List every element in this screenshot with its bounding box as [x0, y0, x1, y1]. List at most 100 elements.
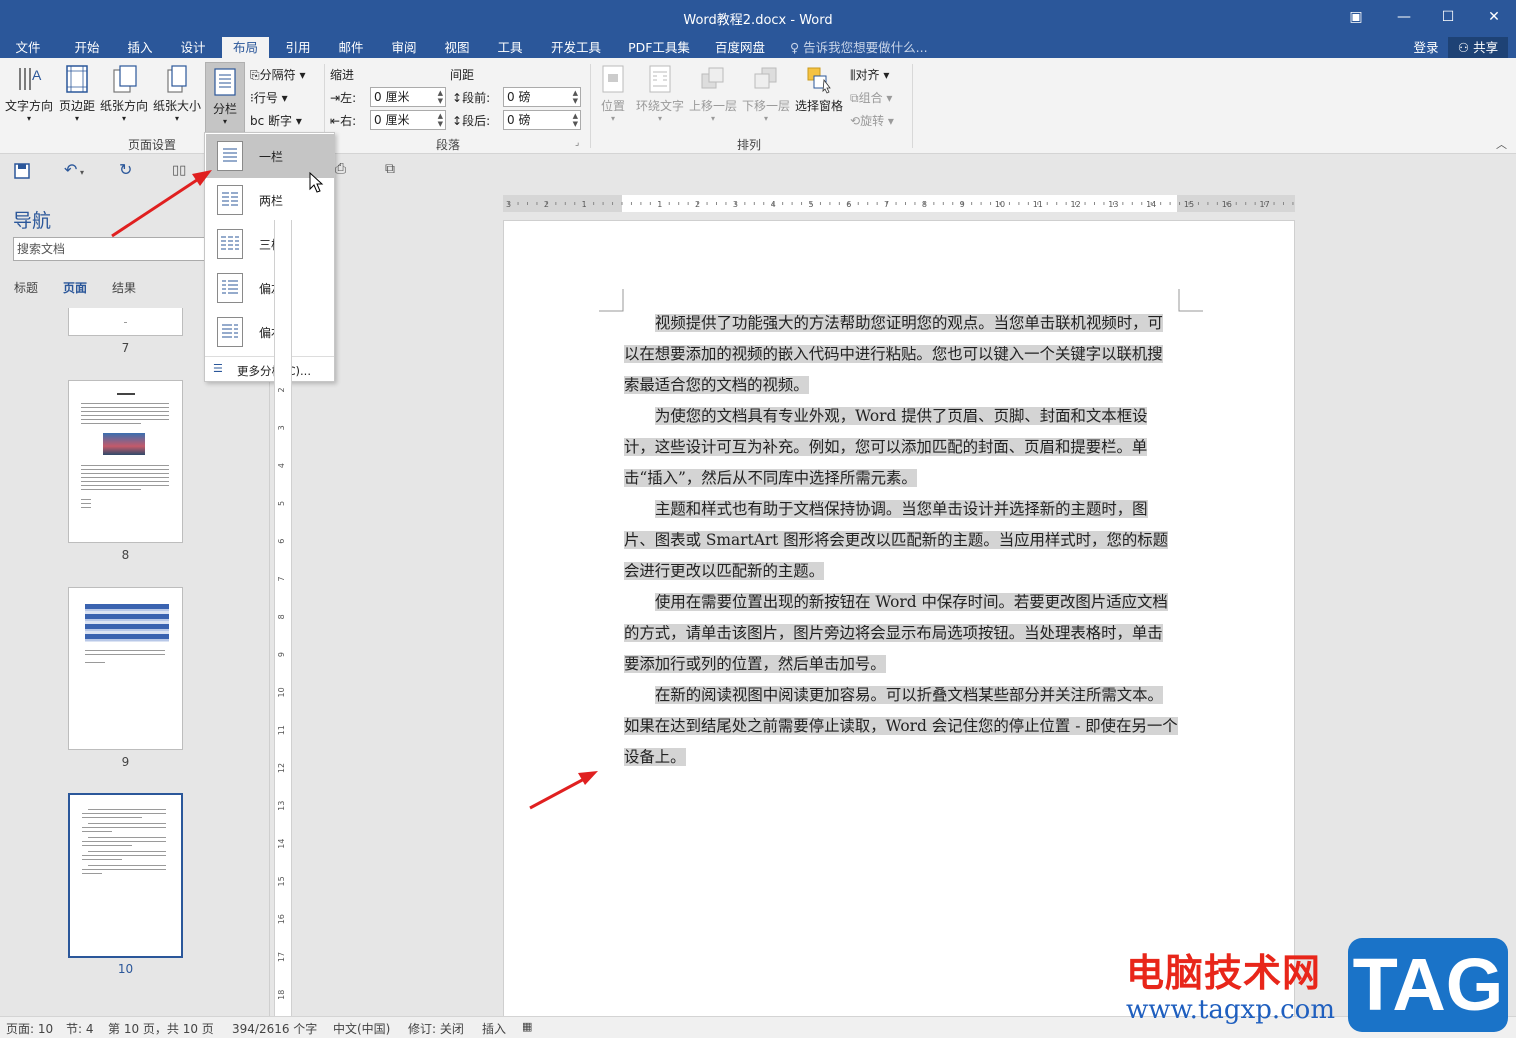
paragraph-1[interactable]: 视频提供了功能强大的方法帮助您证明您的观点。当您单击联机视频时，可以在想要添加的…	[624, 308, 1178, 401]
orientation-button[interactable]: 纸张方向 ▾	[99, 64, 149, 123]
paragraph-2[interactable]: 为使您的文档具有专业外观，Word 提供了页眉、页脚、封面和文本框设计，这些设计…	[624, 401, 1178, 494]
wrap-text-button[interactable]: 环绕文字 ▾	[634, 64, 686, 123]
margins-button[interactable]: 页边距 ▾	[56, 64, 98, 123]
nav-tab-pages[interactable]: 页面	[63, 279, 87, 296]
tab-pdf-tools[interactable]: PDF工具集	[622, 37, 696, 58]
share-button[interactable]: ⚇ 共享	[1448, 37, 1508, 58]
horizontal-ruler[interactable]: 3211234567891011121314151617	[503, 195, 1295, 212]
collapse-ribbon-icon[interactable]: ︿	[1496, 136, 1507, 152]
menu-item-right[interactable]: 偏右	[206, 310, 334, 354]
text-direction-button[interactable]: A 文字方向 ▾	[4, 64, 54, 123]
menu-item-more-columns[interactable]: ☰更多分栏(C)...	[211, 361, 333, 379]
status-language[interactable]: 中文(中国)	[333, 1020, 390, 1037]
tab-insert[interactable]: 插入	[119, 37, 161, 58]
breaks-button[interactable]: ⎘分隔符 ▾	[250, 66, 305, 83]
indent-right-field[interactable]: 0 厘米 ▲ ▼	[370, 110, 446, 130]
close-button[interactable]: ✕	[1480, 6, 1508, 28]
menu-item-left[interactable]: 偏左	[206, 266, 334, 310]
lightbulb-icon: ♀	[790, 40, 800, 55]
status-section[interactable]: 节: 4	[66, 1020, 94, 1037]
align-button[interactable]: ⫼对齐 ▾	[850, 66, 889, 83]
customize-icon[interactable]: ⧉	[385, 161, 395, 177]
selection-pane-icon	[807, 67, 831, 94]
tell-me-text: 告诉我您想要做什么...	[803, 40, 928, 55]
columns-button[interactable]: 分栏 ▾	[205, 62, 245, 134]
status-insert-mode[interactable]: 插入	[482, 1020, 506, 1037]
arrange-group-label: 排列	[737, 138, 762, 152]
nav-tab-results[interactable]: 结果	[112, 279, 136, 296]
spacing-heading: 间距	[450, 68, 475, 82]
spacing-before-text: 段前:	[462, 91, 491, 105]
size-button[interactable]: 纸张大小 ▾	[152, 64, 202, 123]
ruler-tick-label: 2	[277, 387, 286, 392]
hyphenation-button[interactable]: bc 断字 ▾	[250, 112, 302, 129]
spinner-arrows-icon[interactable]: ▲ ▼	[438, 89, 443, 105]
tab-review[interactable]: 审阅	[383, 37, 425, 58]
margins-icon	[66, 65, 88, 93]
status-track-changes[interactable]: 修订: 关闭	[408, 1020, 464, 1037]
indent-left-field[interactable]: 0 厘米 ▲ ▼	[370, 87, 446, 107]
ribbon-display-icon[interactable]: ▣	[1342, 6, 1370, 28]
save-icon[interactable]	[14, 163, 30, 179]
vertical-ruler[interactable]: 2 3 4 5 6 7 8 9 10 11 12 13 14 15 16 17 18	[274, 220, 292, 1016]
ruler-tick-label: 16	[277, 914, 286, 924]
spinner-arrows-icon[interactable]: ▲ ▼	[573, 112, 578, 128]
send-backward-button[interactable]: 下移一层 ▾	[741, 64, 791, 123]
spacing-after-field[interactable]: 0 磅 ▲ ▼	[503, 110, 581, 130]
tab-baidu-netdisk[interactable]: 百度网盘	[708, 37, 772, 58]
spacing-after-label: ↕段后:	[452, 112, 490, 129]
tab-tools[interactable]: 工具	[489, 37, 531, 58]
tab-layout[interactable]: 布局	[222, 37, 269, 58]
ruler-tick-label: 4	[277, 463, 286, 468]
status-page-count[interactable]: 第 10 页，共 10 页	[108, 1020, 214, 1037]
tab-home[interactable]: 开始	[66, 37, 108, 58]
thumbnail-image	[103, 433, 145, 455]
page-thumbnail-9[interactable]	[68, 587, 183, 750]
selection-pane-button[interactable]: 选择窗格	[794, 64, 844, 114]
nav-tab-headings[interactable]: 标题	[14, 279, 38, 296]
indent-right-label: ⇤右:	[330, 112, 356, 129]
status-word-count[interactable]: 394/2616 个字	[232, 1020, 317, 1037]
line-numbers-button[interactable]: ⁝行号 ▾	[250, 89, 288, 106]
page-thumbnail-8[interactable]	[68, 380, 183, 543]
tab-file[interactable]: 文件	[8, 37, 48, 58]
indent-left-label: ⇥左:	[330, 89, 356, 106]
page-thumbnail-10[interactable]	[68, 793, 183, 958]
touch-mode-icon[interactable]: ⎙	[335, 161, 346, 177]
tab-developer[interactable]: 开发工具	[545, 37, 607, 58]
line-numbers-label: 行号	[253, 91, 278, 105]
page-thumbnail-7[interactable]	[68, 308, 183, 336]
group-button[interactable]: ⧉组合 ▾	[850, 89, 892, 106]
minimize-button[interactable]: —	[1390, 6, 1418, 28]
more-columns-icon: ☰	[213, 362, 223, 375]
dialog-launcher-icon[interactable]: ⌟	[575, 138, 579, 148]
spacing-before-field[interactable]: 0 磅 ▲ ▼	[503, 87, 581, 107]
bring-forward-button[interactable]: 上移一层 ▾	[688, 64, 738, 123]
paragraph-group-label: 段落	[436, 138, 461, 152]
breaks-label: 分隔符	[259, 68, 296, 82]
tab-design[interactable]: 设计	[172, 37, 214, 58]
spacing-after-value: 0 磅	[507, 113, 531, 127]
paragraph-4[interactable]: 使用在需要位置出现的新按钮在 Word 中保存时间。若要更改图片适应文档的方式，…	[624, 587, 1178, 680]
tab-view[interactable]: 视图	[436, 37, 478, 58]
title-bar: Word教程2.docx - Word ▣ — ☐ ✕	[0, 0, 1516, 34]
macro-record-icon[interactable]: ▦	[522, 1020, 532, 1033]
group-divider	[590, 64, 591, 148]
tell-me-box[interactable]: ♀ 告诉我您想要做什么...	[790, 37, 940, 58]
spinner-arrows-icon[interactable]: ▲ ▼	[573, 89, 578, 105]
paragraph-3[interactable]: 主题和样式也有助于文档保持协调。当您单击设计并选择新的主题时，图片、图表或 Sm…	[624, 494, 1178, 587]
document-page[interactable]: 视频提供了功能强大的方法帮助您证明您的观点。当您单击联机视频时，可以在想要添加的…	[503, 220, 1295, 1020]
login-link[interactable]: 登录	[1406, 37, 1446, 58]
paragraph-5[interactable]: 在新的阅读视图中阅读更加容易。可以折叠文档某些部分并关注所需文本。如果在达到结尾…	[624, 680, 1178, 773]
status-page[interactable]: 页面: 10	[6, 1020, 53, 1037]
mouse-cursor-icon	[309, 172, 324, 193]
position-button[interactable]: 位置 ▾	[596, 64, 630, 123]
tab-mailings[interactable]: 邮件	[330, 37, 372, 58]
undo-icon[interactable]: ↶ ▾	[64, 160, 84, 179]
ruler-tick-label: 8	[277, 614, 286, 619]
right-column-icon	[217, 317, 243, 347]
maximize-button[interactable]: ☐	[1434, 6, 1462, 28]
rotate-button[interactable]: ⟲旋转 ▾	[850, 112, 894, 129]
tab-references[interactable]: 引用	[277, 37, 319, 58]
spinner-arrows-icon[interactable]: ▲ ▼	[438, 112, 443, 128]
